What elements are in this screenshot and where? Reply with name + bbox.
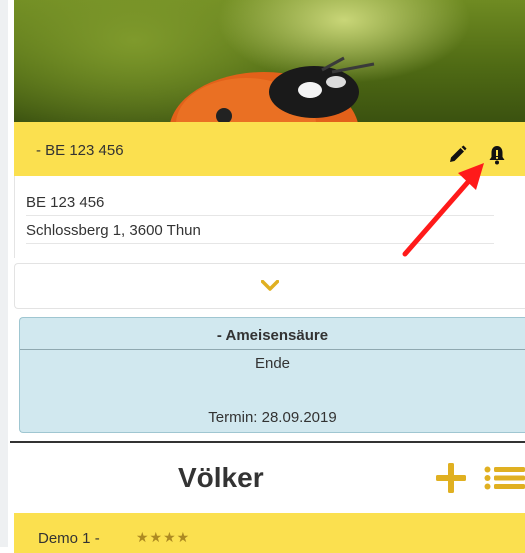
hive-number: BE 123 456 xyxy=(26,188,494,216)
hive-info-card: BE 123 456 Schlossberg 1, 3600 Thun xyxy=(14,176,525,258)
hive-title: - BE 123 456 xyxy=(36,142,124,159)
expand-details-button[interactable] xyxy=(14,263,525,309)
hero-image-ladybug xyxy=(14,0,525,122)
colony-list-item[interactable]: Demo 1 - ★★★★ xyxy=(14,513,525,553)
plus-icon[interactable] xyxy=(434,462,468,494)
hive-address: Schlossberg 1, 3600 Thun xyxy=(26,216,494,244)
treatment-divider xyxy=(20,349,525,350)
colony-rating-stars: ★★★★ xyxy=(136,529,191,545)
colonies-title: Völker xyxy=(178,462,264,493)
treatment-date: Termin: 28.09.2019 xyxy=(208,409,337,426)
chevron-down-icon[interactable] xyxy=(261,280,279,292)
treatment-name: - Ameisensäure xyxy=(216,327,329,344)
list-icon[interactable] xyxy=(484,466,525,490)
ladybug-illustration xyxy=(170,56,375,122)
section-divider xyxy=(10,441,525,443)
pencil-icon[interactable] xyxy=(446,144,468,166)
bell-icon[interactable] xyxy=(486,144,508,166)
left-frame-border xyxy=(0,0,8,547)
colony-name: Demo 1 - xyxy=(38,530,100,547)
hive-header: - BE 123 456 xyxy=(14,122,525,176)
treatment-card[interactable]: - Ameisensäure Ende Termin: 28.09.2019 xyxy=(19,317,525,433)
treatment-status: Ende xyxy=(254,355,291,372)
